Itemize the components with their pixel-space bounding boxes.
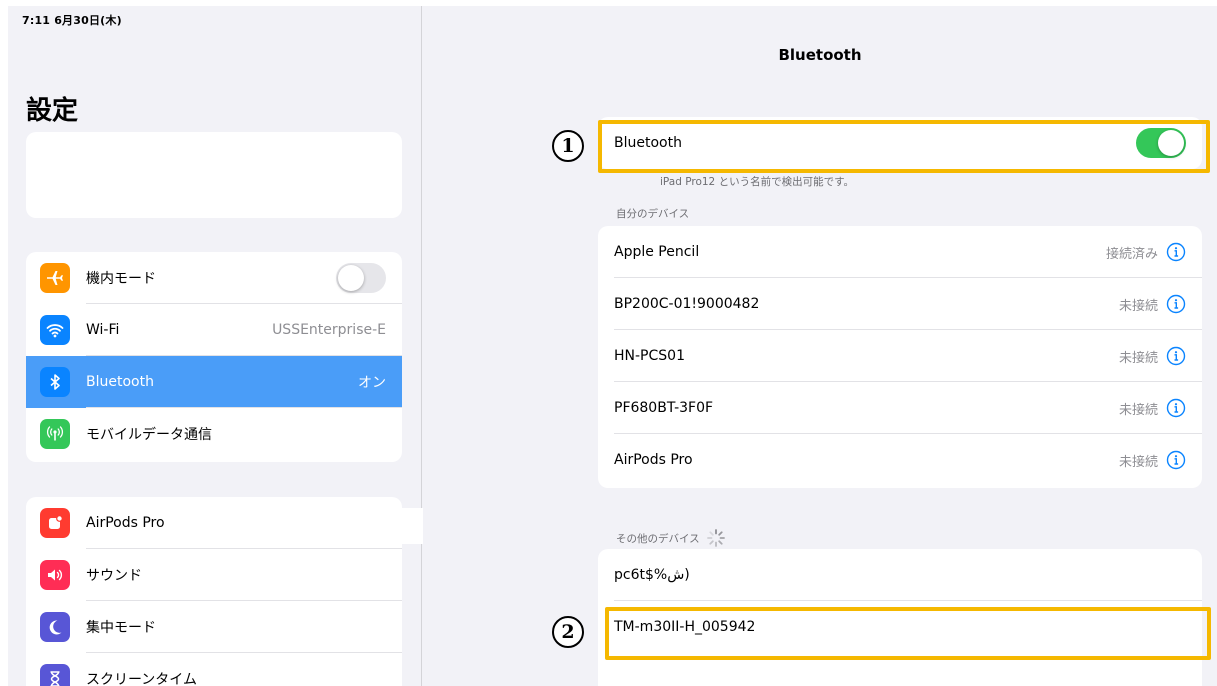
- step-2-badge: 2: [552, 616, 584, 648]
- airplane-mode-toggle[interactable]: [336, 263, 386, 293]
- info-icon[interactable]: [1166, 346, 1186, 366]
- bluetooth-toggle-label: Bluetooth: [614, 135, 682, 151]
- sidebar-item-airplane-mode[interactable]: 機内モード: [26, 252, 402, 304]
- my-devices-header-text: 自分のデバイス: [616, 208, 690, 220]
- device-row[interactable]: Apple Pencil 接続済み: [598, 226, 1202, 278]
- device-name: TM-m30II-H_005942: [614, 619, 756, 635]
- other-devices-header: その他のデバイス: [616, 528, 726, 548]
- sidebar-item-sounds[interactable]: サウンド: [26, 549, 402, 601]
- page-title: 設定: [26, 96, 79, 126]
- airplane-icon: [40, 263, 70, 293]
- other-devices-header-text: その他のデバイス: [616, 532, 700, 545]
- sidebar-item-focus[interactable]: 集中モード: [26, 601, 402, 653]
- nav-title: Bluetooth: [778, 46, 862, 64]
- device-row[interactable]: BP200C-01!9000482 未接続: [598, 278, 1202, 330]
- sidebar-item-bluetooth[interactable]: Bluetooth オン: [26, 356, 402, 408]
- sidebar-item-wifi[interactable]: Wi-Fi USSEnterprise-E: [26, 304, 402, 356]
- sidebar-item-screen-time[interactable]: スクリーンタイム: [26, 653, 402, 686]
- device-status: 未接続: [1118, 298, 1158, 314]
- discoverable-note: iPad Pro12 という名前で検出可能です。: [660, 176, 855, 188]
- sidebar-item-label: AirPods Pro: [86, 515, 165, 531]
- device-name: HN-PCS01: [614, 348, 685, 364]
- notifications-icon: [40, 508, 70, 538]
- apple-id-card[interactable]: [26, 132, 402, 218]
- sidebar-item-mobile-data[interactable]: モバイルデータ通信: [26, 408, 402, 460]
- sidebar-item-label: スクリーンタイム: [86, 672, 198, 686]
- other-devices-list: pc6t$%ش) TM-m30II-H_005942: [598, 549, 1202, 686]
- bluetooth-toggle-card: Bluetooth: [598, 117, 1202, 169]
- device-row[interactable]: TM-m30II-H_005942: [598, 601, 1202, 653]
- wifi-icon: [40, 315, 70, 345]
- moon-icon: [40, 612, 70, 642]
- hourglass-icon: [40, 664, 70, 686]
- status-bar-time: 7:11 6月30日(木): [22, 14, 122, 27]
- my-devices-header: 自分のデバイス: [616, 206, 689, 221]
- device-name: pc6t$%ش): [614, 567, 690, 583]
- device-row[interactable]: PF680BT-3F0F 未接続: [598, 382, 1202, 434]
- device-row[interactable]: pc6t$%ش): [598, 549, 1202, 601]
- info-icon[interactable]: [1166, 398, 1186, 418]
- sidebar-item-label: サウンド: [86, 568, 142, 584]
- device-row[interactable]: AirPods Pro 未接続: [598, 434, 1202, 486]
- device-status: 未接続: [1118, 454, 1158, 470]
- my-devices-list: Apple Pencil 接続済み BP200C-01!9000482 未接続 …: [598, 226, 1202, 488]
- info-icon[interactable]: [1166, 294, 1186, 314]
- device-name: AirPods Pro: [614, 452, 693, 468]
- device-name: BP200C-01!9000482: [614, 296, 760, 312]
- device-status: 接続済み: [1105, 246, 1158, 262]
- step-1-badge: 1: [552, 130, 584, 162]
- sidebar-item-notifications[interactable]: AirPods Pro: [26, 497, 402, 549]
- speaker-icon: [40, 560, 70, 590]
- antenna-icon: [40, 419, 70, 449]
- sidebar-item-label: Wi-Fi: [86, 322, 120, 338]
- device-status: 未接続: [1118, 402, 1158, 418]
- bluetooth-detail-pane: Bluetooth Bluetooth iPad Pro12 という名前で検出可…: [423, 6, 1217, 686]
- sidebar-item-label: 集中モード: [86, 620, 156, 636]
- bluetooth-toggle[interactable]: [1136, 128, 1186, 158]
- device-status: 未接続: [1118, 350, 1158, 366]
- sidebar-item-label: 機内モード: [86, 271, 156, 287]
- sidebar-item-label: モバイルデータ通信: [86, 427, 212, 443]
- settings-group-connectivity: 機内モード Wi-Fi USSEnterprise-E Bluetooth オン: [26, 252, 402, 462]
- device-row[interactable]: HN-PCS01 未接続: [598, 330, 1202, 382]
- sidebar-item-label: Bluetooth: [86, 374, 154, 390]
- info-icon[interactable]: [1166, 450, 1186, 470]
- info-icon[interactable]: [1166, 242, 1186, 262]
- settings-sidebar: 7:11 6月30日(木) 設定 機内モード Wi-Fi USSEnterpri…: [8, 6, 422, 686]
- screen: 7:11 6月30日(木) 設定 機内モード Wi-Fi USSEnterpri…: [8, 6, 1217, 686]
- device-name: Apple Pencil: [614, 244, 700, 260]
- loading-spinner-icon: [706, 529, 725, 547]
- device-name: PF680BT-3F0F: [614, 400, 714, 416]
- settings-group-general: AirPods Pro サウンド 集中モード スクリーンタイム: [26, 497, 402, 686]
- wifi-network-name: USSEnterprise-E: [272, 322, 386, 338]
- bluetooth-status-value: オン: [358, 375, 386, 391]
- bluetooth-toggle-row[interactable]: Bluetooth: [598, 117, 1202, 169]
- bluetooth-icon: [40, 367, 70, 397]
